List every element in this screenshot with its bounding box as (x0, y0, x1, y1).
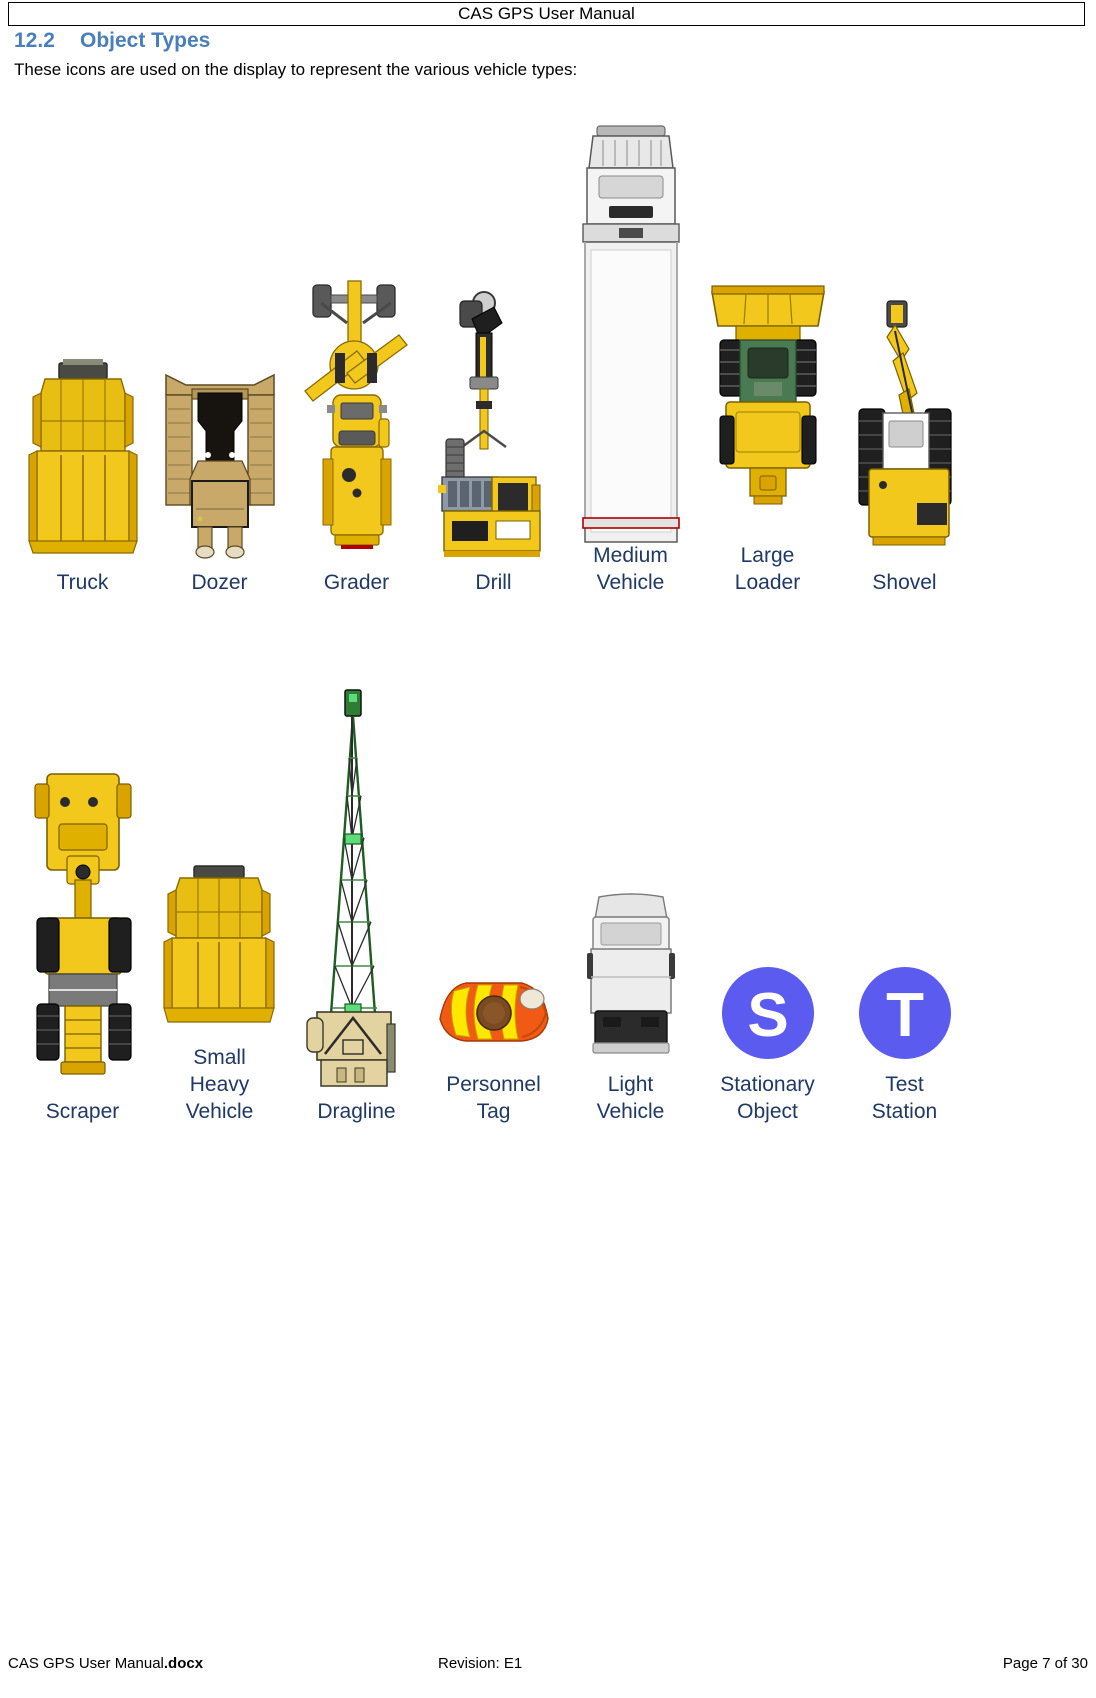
intro-paragraph: These icons are used on the display to r… (14, 60, 578, 79)
dragline-icon (293, 668, 421, 1088)
object-type-item-medium-vehicle[interactable]: Medium Vehicle (562, 92, 699, 596)
object-type-label: Test Station (871, 1073, 938, 1123)
footer-revision: Revision: E1 (438, 1655, 523, 1672)
object-type-label: Drill (475, 571, 512, 594)
object-type-label: Dozer (191, 571, 248, 594)
object-type-item-light-vehicle[interactable]: Light Vehicle (562, 641, 699, 1125)
object-type-item-grader[interactable]: Grader (288, 119, 425, 596)
test-station-icon: T (841, 641, 969, 1061)
page-header-title: CAS GPS User Manual (458, 4, 635, 23)
object-type-row-2: Scraper Small Heavy Vehicle Dragline Per… (14, 605, 974, 1125)
medium-vehicle-icon (567, 92, 695, 543)
object-type-label: Truck (56, 571, 109, 594)
object-type-row-1: Truck Dozer Grader Drill Medium Vehicle … (14, 96, 974, 596)
object-type-label: Shovel (872, 571, 937, 594)
object-type-item-dozer[interactable]: Dozer (151, 119, 288, 596)
object-type-label: Dragline (317, 1100, 396, 1123)
dozer-icon (156, 119, 284, 559)
object-type-item-test-station[interactable]: T Test Station (836, 641, 973, 1125)
object-type-label: Grader (323, 571, 390, 594)
page-header: CAS GPS User Manual (8, 2, 1085, 26)
page-footer: CAS GPS User Manual.docx Revision: E1 Pa… (8, 1655, 1088, 1673)
object-type-label: Stationary Object (720, 1073, 815, 1123)
object-type-label: Small Heavy Vehicle (185, 1046, 254, 1123)
personnel-tag-icon (430, 641, 558, 1061)
object-type-item-scraper[interactable]: Scraper (14, 668, 151, 1125)
grader-icon (293, 119, 421, 559)
footer-page-number: Page 7 of 30 (1002, 1655, 1088, 1672)
haul-truck-icon (19, 119, 147, 559)
footer-filename: CAS GPS User Manual.docx (8, 1655, 438, 1673)
object-type-item-stationary-object[interactable]: S Stationary Object (699, 641, 836, 1125)
large-loader-icon (704, 92, 832, 532)
object-type-label: Light Vehicle (596, 1073, 665, 1123)
object-type-item-shovel[interactable]: Shovel (836, 119, 973, 596)
light-vehicle-icon (567, 641, 695, 1061)
scraper-icon (19, 668, 147, 1088)
object-type-item-truck[interactable]: Truck (14, 119, 151, 596)
footer-filename-ext: .docx (163, 1655, 204, 1672)
object-type-item-personnel-tag[interactable]: Personnel Tag (425, 641, 562, 1125)
page-title: Object Types (80, 29, 211, 52)
test-station-glyph: T (886, 981, 924, 1050)
drill-icon (430, 119, 558, 559)
object-type-label: Large Loader (734, 544, 801, 594)
object-type-label: Medium Vehicle (593, 544, 668, 594)
small-heavy-vehicle-icon (156, 614, 284, 1034)
object-type-item-large-loader[interactable]: Large Loader (699, 92, 836, 596)
object-type-label: Scraper (45, 1100, 120, 1123)
stationary-object-glyph: S (747, 981, 788, 1050)
object-type-item-dragline[interactable]: Dragline (288, 668, 425, 1125)
object-type-label: Personnel Tag (446, 1073, 541, 1123)
object-type-item-small-heavy-vehicle[interactable]: Small Heavy Vehicle (151, 614, 288, 1125)
footer-filename-base: CAS GPS User Manual (8, 1655, 164, 1672)
stationary-object-icon: S (704, 641, 832, 1061)
section-heading: 12.2 Object Types (14, 28, 210, 54)
object-type-item-drill[interactable]: Drill (425, 119, 562, 596)
shovel-icon (841, 119, 969, 559)
section-number: 12.2 (14, 29, 55, 52)
